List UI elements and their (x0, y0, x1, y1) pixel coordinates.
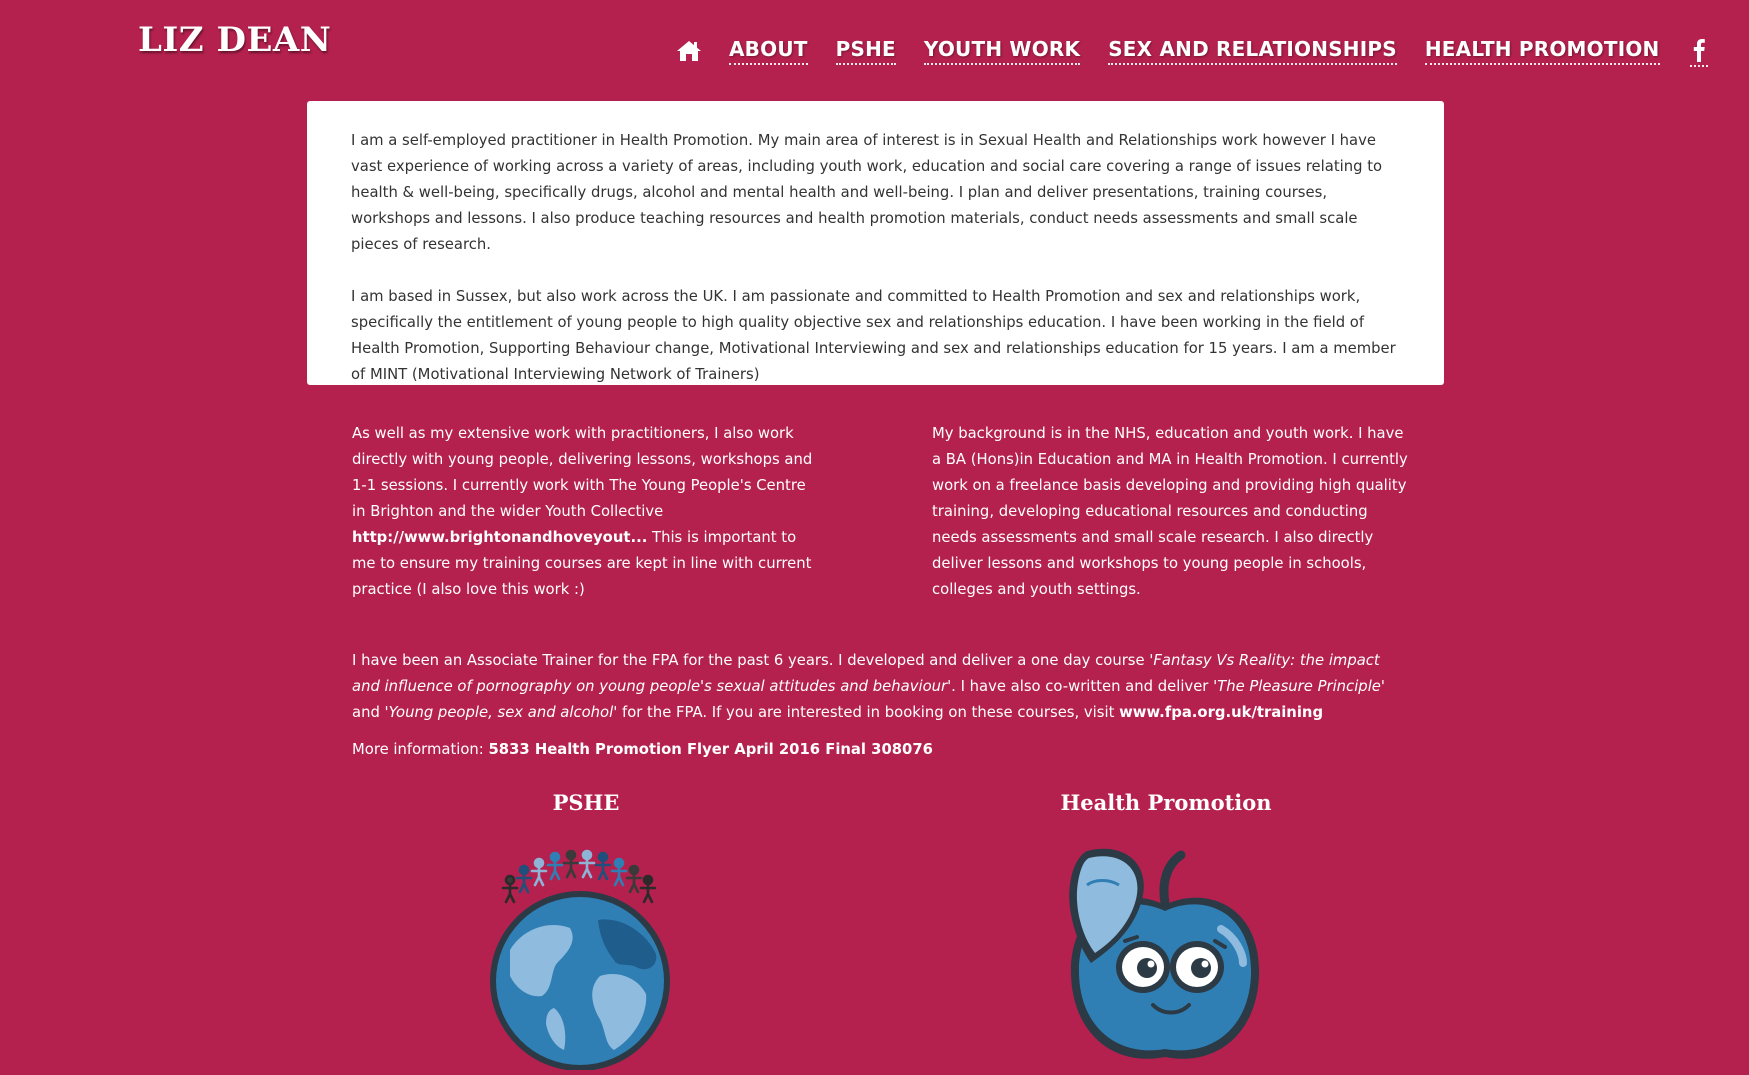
flyer-link[interactable]: 5833 Health Promotion Flyer April 2016 F… (488, 741, 932, 758)
more-information: More information: 5833 Health Promotion … (352, 737, 933, 763)
fpa-text-1: I have been an Associate Trainer for the… (352, 652, 1154, 669)
nav-about[interactable]: ABOUT (729, 37, 808, 65)
pshe-heading[interactable]: PSHE (486, 790, 686, 815)
background-text: My background is in the NHS, education a… (932, 425, 1408, 598)
nav-youth-work[interactable]: YOUTH WORK (923, 37, 1081, 65)
fpa-text-4: ' for the FPA. If you are interested in … (613, 704, 1120, 721)
fpa-course-young-people-sex-alcohol: Young people, sex and alcohol (388, 704, 614, 721)
main-nav: ABOUT PSHE YOUTH WORK SEX AND RELATIONSH… (676, 35, 1749, 67)
background-column: My background is in the NHS, education a… (932, 421, 1412, 603)
intro-paragraph-2: I am based in Sussex, but also work acro… (351, 288, 1396, 383)
nav-health-promotion[interactable]: HEALTH PROMOTION (1424, 37, 1660, 65)
fpa-paragraph: I have been an Associate Trainer for the… (352, 648, 1407, 726)
fpa-text-2: '. I have also co-written and deliver ' (947, 678, 1218, 695)
apple-illustration[interactable] (1065, 845, 1265, 1070)
intro-paragraph-1: I am a self-employed practitioner in Hea… (351, 132, 1383, 253)
more-information-label: More information: (352, 741, 489, 758)
site-title[interactable]: LIZ DEAN (138, 20, 331, 60)
fpa-course-pleasure-principle: The Pleasure Principle (1217, 678, 1381, 695)
young-people-column: As well as my extensive work with practi… (352, 421, 822, 603)
young-people-text-before: As well as my extensive work with practi… (352, 425, 813, 520)
facebook-icon[interactable] (1689, 35, 1708, 67)
home-icon[interactable] (676, 39, 702, 63)
nav-pshe[interactable]: PSHE (835, 37, 896, 65)
nav-sex-and-relationships[interactable]: SEX AND RELATIONSHIPS (1108, 37, 1397, 65)
health-promotion-heading[interactable]: Health Promotion (1016, 790, 1316, 815)
globe-illustration[interactable] (488, 838, 688, 1071)
young-people-text: As well as my extensive work with practi… (352, 421, 822, 603)
intro-card: I am a self-employed practitioner in Hea… (307, 101, 1444, 385)
fpa-training-link[interactable]: www.fpa.org.uk/training (1119, 704, 1323, 721)
youth-collective-link[interactable]: http://www.brightonandhoveyout... (352, 529, 647, 546)
